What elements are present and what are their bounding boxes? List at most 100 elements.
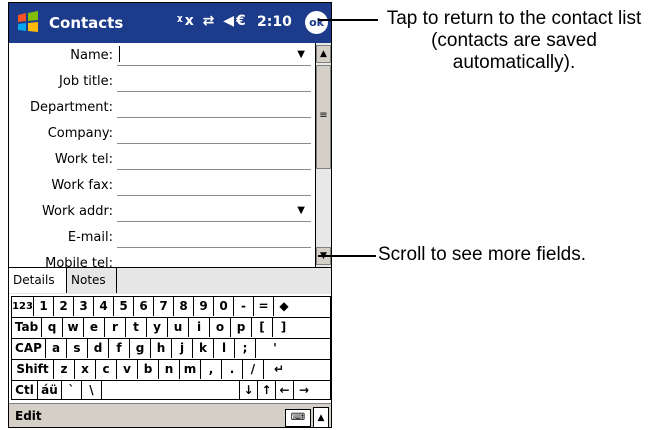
key-ctrl[interactable]: Ctl [12, 381, 38, 400]
arrow-up-icon[interactable]: ↑ [258, 381, 276, 400]
key[interactable]: u [168, 318, 189, 337]
field-input[interactable] [117, 117, 311, 118]
tab-notes[interactable]: Notes [67, 268, 117, 293]
field-department[interactable]: Department: [9, 95, 315, 121]
key[interactable]: a [46, 339, 67, 358]
key[interactable]: c [96, 360, 117, 379]
app-title: Contacts [49, 14, 124, 32]
key[interactable]: m [180, 360, 201, 379]
field-label: Work addr: [41, 204, 113, 219]
key[interactable]: i [189, 318, 210, 337]
vertical-scrollbar[interactable]: ▲ ≡ ▼ [315, 43, 331, 267]
arrow-left-icon[interactable]: ← [276, 381, 294, 400]
field-company[interactable]: Company: [9, 121, 315, 147]
key[interactable]: 2 [54, 297, 74, 316]
key[interactable]: , [201, 360, 222, 379]
key[interactable]: q [42, 318, 63, 337]
input-panel-arrow-icon[interactable]: ▲ [313, 407, 329, 427]
field-job-title[interactable]: Job title: [9, 69, 315, 95]
key[interactable]: p [231, 318, 252, 337]
field-input[interactable] [117, 169, 311, 170]
key-caps[interactable]: CAP [12, 339, 46, 358]
field-name[interactable]: Name: ▼ [9, 43, 315, 69]
callout-line-ok [318, 19, 378, 21]
field-work-fax[interactable]: Work fax: [9, 173, 315, 199]
text-cursor [119, 46, 120, 62]
key[interactable]: 7 [154, 297, 174, 316]
space-key[interactable] [102, 381, 240, 400]
key[interactable]: ` [62, 381, 82, 400]
menu-edit[interactable]: Edit [15, 409, 42, 423]
key[interactable]: [ [252, 318, 273, 337]
key[interactable]: j [172, 339, 193, 358]
key-tab[interactable]: Tab [12, 318, 42, 337]
field-input[interactable] [117, 195, 311, 196]
field-input[interactable] [117, 91, 311, 92]
ok-button[interactable]: ok [305, 11, 328, 34]
scroll-up-icon[interactable]: ▲ [316, 45, 331, 63]
key[interactable]: b [138, 360, 159, 379]
field-input[interactable] [117, 65, 311, 66]
key[interactable]: v [117, 360, 138, 379]
dropdown-arrow-icon[interactable]: ▼ [297, 49, 305, 60]
key-accents[interactable]: áü [38, 381, 62, 400]
keyboard-icon[interactable]: ⌨ [285, 409, 311, 427]
key[interactable]: ' [256, 339, 294, 358]
key[interactable]: 5 [114, 297, 134, 316]
key[interactable]: 9 [194, 297, 214, 316]
field-label: Name: [70, 48, 113, 63]
field-input[interactable] [117, 221, 311, 222]
key[interactable]: d [88, 339, 109, 358]
key[interactable]: ] [273, 318, 294, 337]
key-shift[interactable]: Shift [12, 360, 54, 379]
field-mobile-tel[interactable]: Mobile tel: [9, 251, 315, 267]
field-work-tel[interactable]: Work tel: [9, 147, 315, 173]
key[interactable]: = [254, 297, 274, 316]
arrow-down-icon[interactable]: ↓ [240, 381, 258, 400]
field-email[interactable]: E-mail: [9, 225, 315, 251]
key[interactable]: x [75, 360, 96, 379]
field-input[interactable] [117, 143, 311, 144]
key[interactable]: 0 [214, 297, 234, 316]
tab-details[interactable]: Details [9, 268, 67, 293]
key[interactable]: n [159, 360, 180, 379]
key[interactable]: o [210, 318, 231, 337]
key[interactable]: 8 [174, 297, 194, 316]
key[interactable]: t [126, 318, 147, 337]
key[interactable]: h [151, 339, 172, 358]
field-label: Work tel: [54, 152, 113, 167]
key[interactable]: / [243, 360, 264, 379]
field-input[interactable] [117, 247, 311, 248]
key[interactable]: r [105, 318, 126, 337]
dropdown-arrow-icon[interactable]: ▼ [297, 205, 305, 216]
arrow-right-icon[interactable]: → [294, 381, 314, 400]
key[interactable]: 1 [34, 297, 54, 316]
field-label: E-mail: [67, 230, 113, 245]
backspace-icon[interactable]: ◆ [274, 297, 294, 316]
key[interactable]: 6 [134, 297, 154, 316]
key-123[interactable]: 123 [12, 297, 34, 316]
key[interactable]: e [84, 318, 105, 337]
key[interactable]: \ [82, 381, 102, 400]
enter-icon[interactable]: ↵ [264, 360, 294, 379]
key[interactable]: y [147, 318, 168, 337]
key[interactable]: z [54, 360, 75, 379]
key[interactable]: ; [235, 339, 256, 358]
key[interactable]: l [214, 339, 235, 358]
key[interactable]: f [109, 339, 130, 358]
clock[interactable]: 2:10 [257, 14, 292, 30]
field-work-addr[interactable]: Work addr: ▼ [9, 199, 315, 225]
key[interactable]: g [130, 339, 151, 358]
windows-flag-icon[interactable] [15, 9, 41, 35]
scroll-thumb[interactable]: ≡ [316, 65, 331, 169]
soft-keyboard[interactable]: 123 1 2 3 4 5 6 7 8 9 0 - = ◆ Tab q w e … [11, 296, 331, 400]
key[interactable]: 3 [74, 297, 94, 316]
key[interactable]: 4 [94, 297, 114, 316]
key[interactable]: k [193, 339, 214, 358]
key[interactable]: - [234, 297, 254, 316]
key[interactable]: w [63, 318, 84, 337]
key[interactable]: s [67, 339, 88, 358]
key[interactable]: . [222, 360, 243, 379]
status-icons[interactable]: ᵡx ⇄ ◀€ [177, 13, 248, 29]
contact-form: Name: ▼ Job title: Department: Company: … [9, 43, 315, 267]
